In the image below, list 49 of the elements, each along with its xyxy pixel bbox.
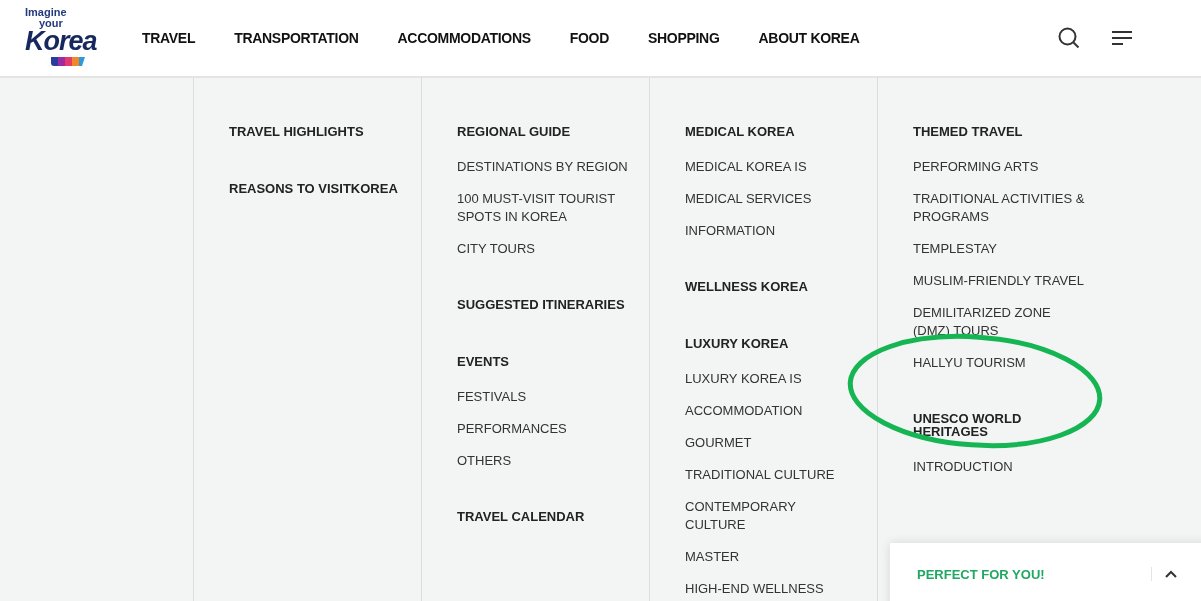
logo[interactable]: Imagine your Korea bbox=[25, 7, 105, 65]
menu-heading[interactable]: EVENTS bbox=[457, 355, 629, 368]
nav-link[interactable]: TRAVEL bbox=[142, 30, 196, 46]
nav-link[interactable]: ACCOMMODATIONS bbox=[397, 30, 531, 46]
menu-heading[interactable]: TRAVEL CALENDAR bbox=[457, 510, 629, 523]
menu-icon[interactable] bbox=[1111, 30, 1133, 46]
menu-link[interactable]: DEMILITARIZED ZONE (DMZ) TOURS bbox=[913, 304, 1085, 340]
menu-heading[interactable]: LUXURY KOREA bbox=[685, 337, 857, 350]
menu-link[interactable]: HIGH-END WELLNESS bbox=[685, 580, 857, 598]
menu-link[interactable]: GOURMET bbox=[685, 434, 857, 452]
menu-link[interactable]: HALLYU TOURISM bbox=[913, 354, 1085, 372]
menu-heading[interactable]: REGIONAL GUIDE bbox=[457, 125, 629, 138]
menu-link[interactable]: INTRODUCTION bbox=[913, 458, 1085, 476]
nav-link[interactable]: SHOPPING bbox=[648, 30, 720, 46]
nav-link[interactable]: ABOUT KOREA bbox=[758, 30, 860, 46]
menu-heading[interactable]: WELLNESS KOREA bbox=[685, 280, 857, 293]
nav-link[interactable]: FOOD bbox=[569, 30, 609, 46]
logo-text: Imagine bbox=[25, 7, 68, 18]
menu-link[interactable]: PERFORMANCES bbox=[457, 420, 629, 438]
menu-heading[interactable]: SUGGESTED ITINERARIES bbox=[457, 298, 629, 311]
logo-text: your bbox=[39, 18, 63, 28]
menu-heading[interactable]: MEDICAL KOREA bbox=[685, 125, 857, 138]
panel-title: PERFECT FOR YOU! bbox=[917, 566, 1045, 582]
menu-link[interactable]: LUXURY KOREA IS bbox=[685, 370, 857, 388]
menu-link[interactable]: TRADITIONAL ACTIVITIES & PROGRAMS bbox=[913, 190, 1085, 226]
menu-heading[interactable]: UNESCO WORLD HERITAGES bbox=[913, 412, 1085, 438]
menu-link[interactable]: DESTINATIONS BY REGION bbox=[457, 158, 629, 176]
menu-heading[interactable]: TRAVEL HIGHLIGHTS bbox=[229, 125, 401, 138]
menu-link[interactable]: INFORMATION bbox=[685, 222, 857, 240]
menu-link[interactable]: PERFORMING ARTS bbox=[913, 158, 1085, 176]
menu-link[interactable]: OTHERS bbox=[457, 452, 629, 470]
menu-link[interactable]: MASTER bbox=[685, 548, 857, 566]
menu-link[interactable]: TEMPLESTAY bbox=[913, 240, 1085, 258]
nav-link[interactable]: TRANSPORTATION bbox=[234, 30, 359, 46]
menu-link[interactable]: MEDICAL KOREA IS bbox=[685, 158, 857, 176]
menu-link[interactable]: FESTIVALS bbox=[457, 388, 629, 406]
menu-link[interactable]: MUSLIM-FRIENDLY TRAVEL bbox=[913, 272, 1085, 290]
chevron-up-icon bbox=[1164, 569, 1178, 579]
menu-link[interactable]: CONTEMPORARY CULTURE bbox=[685, 498, 857, 534]
menu-link[interactable]: 100 MUST-VISIT TOURIST SPOTS IN KOREA bbox=[457, 190, 629, 226]
menu-heading[interactable]: REASONS TO VISITKOREA bbox=[229, 182, 401, 195]
logo-wordmark: Korea bbox=[25, 28, 98, 54]
menu-heading[interactable]: THEMED TRAVEL bbox=[913, 125, 1085, 138]
menu-link[interactable]: CITY TOURS bbox=[457, 240, 629, 258]
menu-link[interactable]: MEDICAL SERVICES bbox=[685, 190, 857, 208]
color-stripe-icon bbox=[51, 57, 85, 66]
search-icon[interactable] bbox=[1057, 26, 1081, 50]
menu-link[interactable]: TRADITIONAL CULTURE bbox=[685, 466, 857, 484]
menu-link[interactable]: ACCOMMODATION bbox=[685, 402, 857, 420]
